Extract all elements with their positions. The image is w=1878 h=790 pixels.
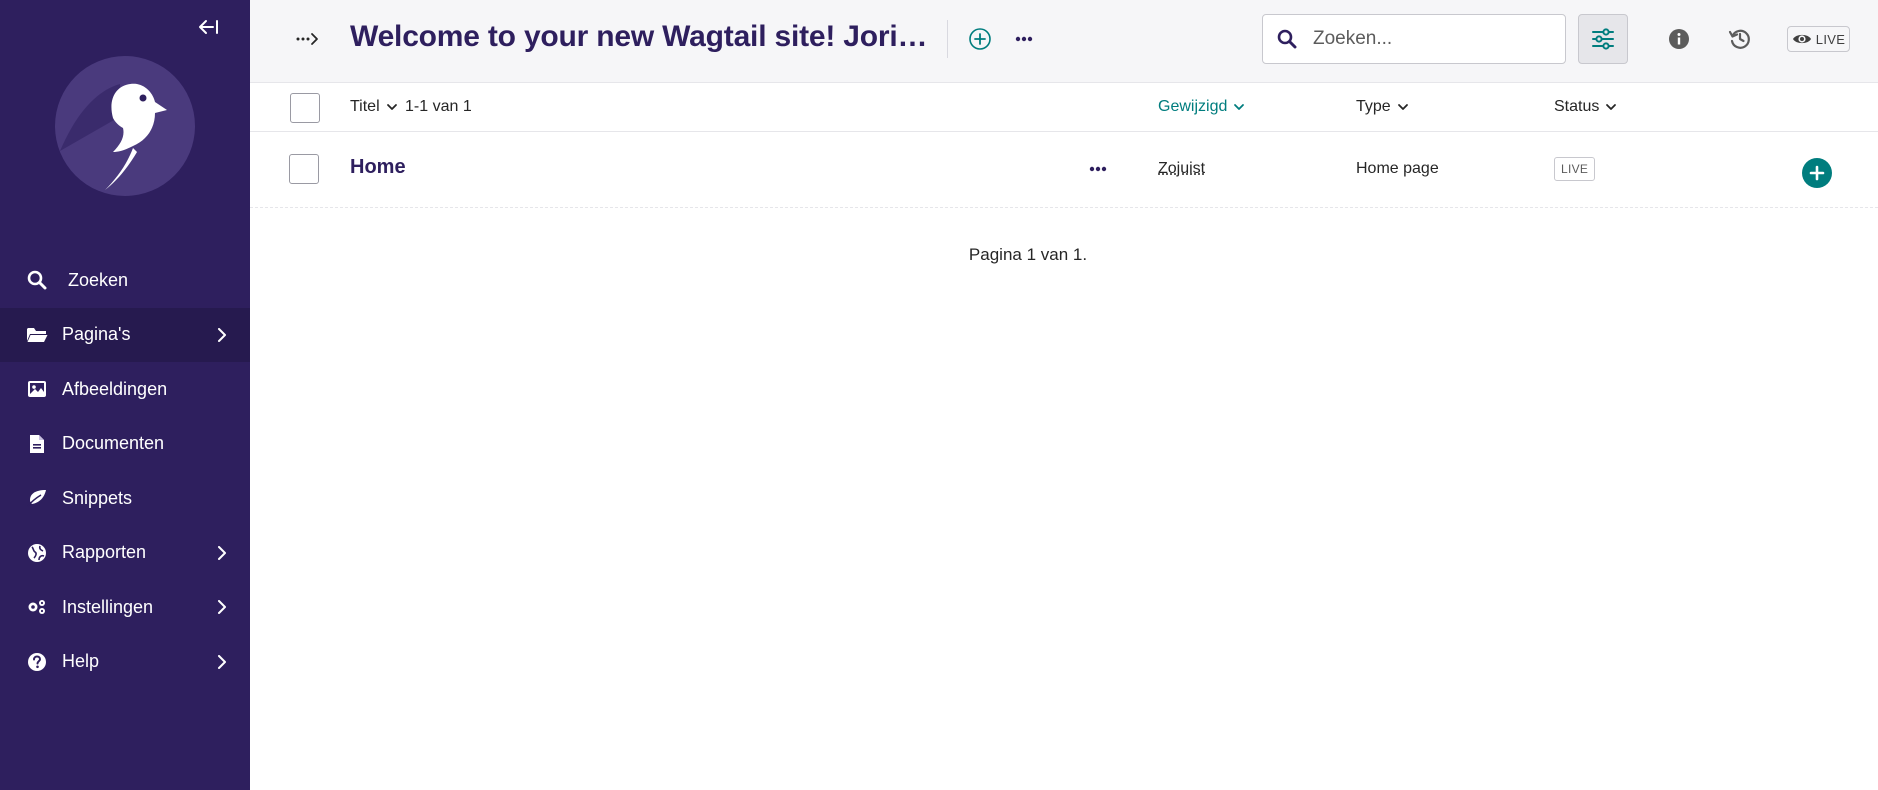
sidebar-item-reports[interactable]: Rapporten [0,526,250,581]
search-icon [26,269,48,291]
column-updated-label: Gewijzigd [1158,98,1228,115]
add-child-page-button[interactable] [968,27,992,51]
sidebar-item-label: Pagina's [62,324,131,345]
sidebar-item-search[interactable]: Zoeken [0,253,250,308]
breadcrumb-toggle-button[interactable] [294,28,320,50]
document-icon [26,433,48,455]
leaf-icon [26,487,48,509]
page-type: Home page [1356,160,1439,177]
history-button[interactable] [1728,27,1752,51]
sidebar-item-label: Help [62,651,100,672]
sidebar-item-label: Instellingen [62,596,154,617]
column-title-label: Titel [350,98,380,115]
result-count: 1-1 van 1 [405,98,472,115]
sidebar-item-pages[interactable]: Pagina's [0,307,250,362]
listing-header: Titel 1-1 van 1 Gewijzigd Type Status [250,84,1878,132]
search-input[interactable] [1313,28,1543,50]
info-button[interactable] [1668,28,1690,50]
view-live-button[interactable]: LIVE [1787,26,1850,52]
wagtail-bird-icon [55,56,195,196]
main-menu: Zoeken Pagina's Afbeeldingen Documenten [0,253,250,689]
column-type-sort[interactable]: Type [1356,98,1409,116]
sidebar-item-snippets[interactable]: Snippets [0,471,250,526]
plus-circle-icon [969,28,991,50]
chevron-down-icon [386,104,397,110]
table-row: Home Zojuist Home page LIVE [250,133,1878,208]
chevron-down-icon [1606,104,1617,110]
live-label: LIVE [1815,31,1846,47]
folder-open-icon [26,324,48,346]
select-all-checkbox[interactable] [290,93,320,123]
chevron-down-icon [1397,104,1408,110]
sidebar-item-label: Snippets [62,487,133,508]
more-actions-button[interactable] [1012,28,1036,50]
chevron-right-icon [216,545,228,561]
sliders-icon [1592,28,1614,50]
cogs-icon [26,596,48,618]
column-status-sort[interactable]: Status [1554,98,1617,116]
page-title: Welcome to your new Wagtail site! Joris.… [350,20,930,53]
help-icon [26,651,48,673]
add-child-page-button[interactable] [1802,158,1832,188]
chevron-down-icon [1234,104,1245,110]
page-title-link[interactable]: Home [350,156,406,179]
collapse-sidebar-button[interactable] [196,15,222,39]
column-updated-sort[interactable]: Gewijzigd [1158,98,1245,116]
eye-icon [1792,34,1811,44]
row-more-actions-button[interactable] [1086,161,1110,177]
sidebar-item-documents[interactable]: Documenten [0,417,250,472]
more-dots-icon [1015,36,1033,42]
sidebar-item-label: Rapporten [62,542,147,563]
sidebar-item-help[interactable]: Help [0,635,250,690]
chevron-right-icon [216,654,228,670]
filter-button[interactable] [1578,14,1628,64]
pagination-text: Pagina 1 van 1. [968,245,1088,264]
globe-icon [26,542,48,564]
sidebar-item-images[interactable]: Afbeeldingen [0,362,250,417]
sidebar-item-label: Afbeeldingen [62,378,168,399]
sidebar-item-label: Zoeken [68,269,129,290]
sidebar: Zoeken Pagina's Afbeeldingen Documenten [0,0,250,790]
search-icon [1277,28,1299,50]
chevron-right-icon [216,599,228,615]
chevron-right-icon [216,327,228,343]
status-badge: LIVE [1554,157,1596,181]
image-icon [26,378,48,400]
wagtail-logo[interactable] [55,56,195,196]
plus-circle-icon [1802,158,1832,188]
more-dots-icon [1089,166,1107,172]
breadcrumb-expand-icon [296,33,318,45]
history-icon [1728,29,1750,49]
column-type-label: Type [1356,98,1391,115]
updated-timestamp[interactable]: Zojuist [1158,160,1205,178]
column-status-label: Status [1554,98,1600,115]
collapse-arrow-icon [199,20,218,34]
column-title-sort[interactable]: Titel [350,98,398,116]
info-icon [1669,29,1689,49]
header-divider [947,20,948,58]
sidebar-item-label: Documenten [62,433,165,454]
page-header: Welcome to your new Wagtail site! Joris.… [250,0,1878,83]
search-field[interactable] [1262,14,1566,64]
row-select-checkbox[interactable] [289,154,319,184]
sidebar-item-settings[interactable]: Instellingen [0,580,250,635]
